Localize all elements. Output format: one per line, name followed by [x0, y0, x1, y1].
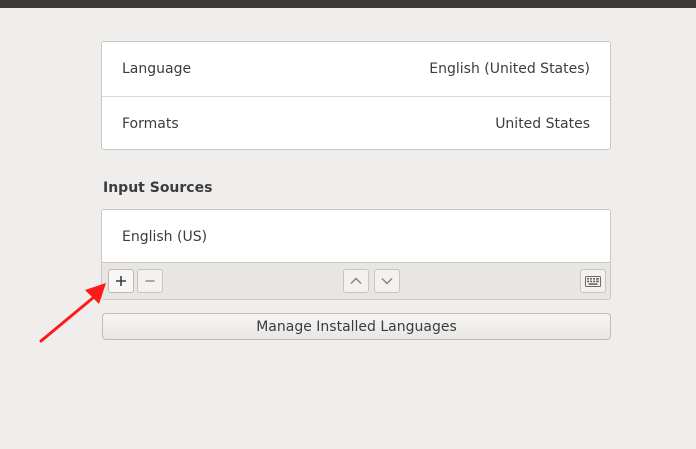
chevron-down-icon — [381, 277, 393, 285]
manage-installed-languages-button[interactable]: Manage Installed Languages — [102, 313, 611, 340]
language-row[interactable]: Language English (United States) — [102, 42, 610, 96]
formats-label: Formats — [122, 115, 179, 132]
input-sources-toolbar — [102, 262, 610, 299]
input-sources-panel: English (US) — [101, 209, 611, 300]
chevron-up-icon — [350, 277, 362, 285]
formats-value: United States — [495, 115, 590, 132]
add-input-source-button[interactable] — [108, 269, 134, 293]
language-value: English (United States) — [429, 61, 590, 77]
formats-row[interactable]: Formats United States — [102, 96, 610, 150]
region-settings-panel: Language English (United States) Formats… — [101, 41, 611, 150]
remove-input-source-button[interactable] — [137, 269, 163, 293]
minus-icon — [145, 280, 155, 282]
language-label: Language — [122, 61, 192, 77]
window-titlebar — [0, 0, 696, 8]
keyboard-icon — [585, 275, 601, 287]
plus-icon — [116, 276, 126, 286]
input-source-item[interactable]: English (US) — [102, 210, 610, 264]
move-down-button[interactable] — [374, 269, 400, 293]
input-sources-heading: Input Sources — [103, 180, 213, 196]
input-source-label: English (US) — [122, 229, 208, 245]
move-up-button[interactable] — [343, 269, 369, 293]
keyboard-layout-button[interactable] — [580, 269, 606, 293]
